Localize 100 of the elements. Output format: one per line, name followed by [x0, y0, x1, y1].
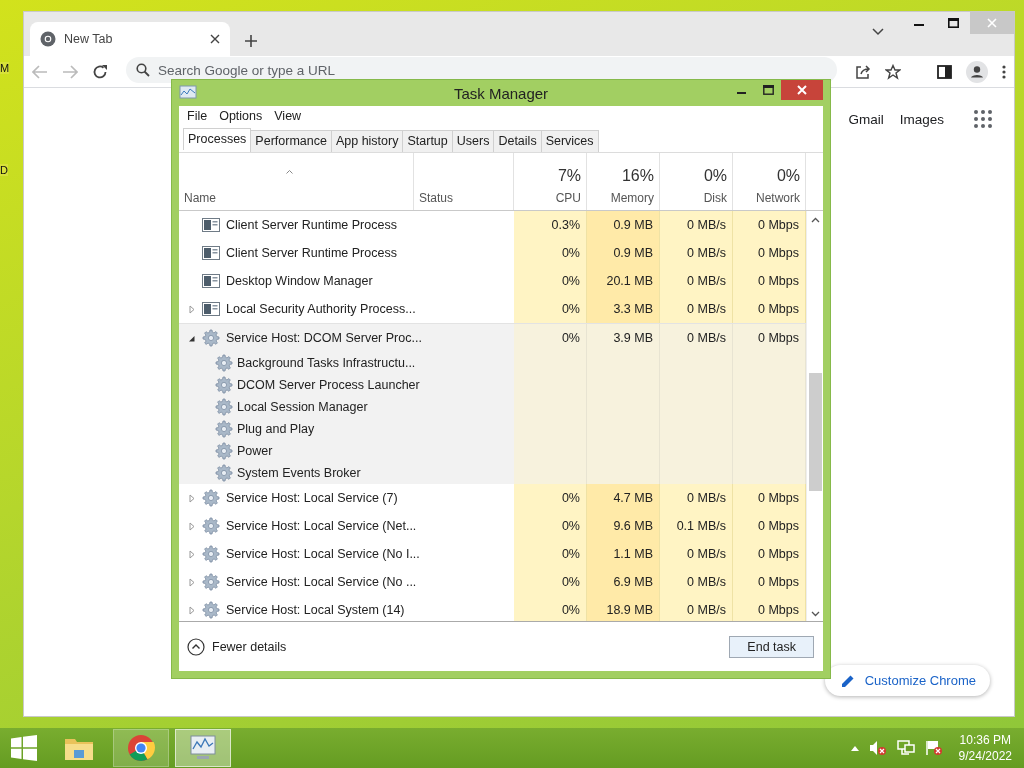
gear-icon: [202, 601, 220, 619]
sort-caret-icon: [286, 170, 293, 174]
table-cell: 0 Mbps: [733, 540, 806, 568]
pencil-icon: [840, 673, 855, 688]
plus-icon[interactable]: [244, 34, 258, 48]
network-icon[interactable]: [896, 740, 915, 756]
gear-icon: [202, 545, 220, 563]
header-link[interactable]: Gmail: [848, 111, 884, 127]
table-cell: 0 Mbps: [733, 484, 806, 512]
window-title: Task Manager: [453, 85, 549, 102]
flag-icon[interactable]: [924, 740, 943, 756]
table-cell: 3.3 MB: [587, 295, 660, 323]
star-icon[interactable]: [885, 63, 901, 80]
menu-item[interactable]: Options: [219, 109, 263, 128]
tab[interactable]: Performance: [250, 130, 332, 152]
column-total: 16%: [621, 167, 654, 185]
tab[interactable]: App history: [330, 130, 404, 152]
menu-icon[interactable]: [1002, 64, 1006, 79]
service-name: System Events Broker: [237, 466, 361, 480]
scroll-down-icon[interactable]: [810, 611, 820, 617]
chart-window-icon: [179, 85, 197, 101]
column-header[interactable]: Status: [419, 191, 508, 205]
table-cell: 0 Mbps: [733, 211, 806, 239]
tab[interactable]: Services: [540, 130, 599, 152]
end-task-button[interactable]: End task: [729, 635, 814, 658]
profile-icon[interactable]: [966, 60, 988, 83]
scroll-up-icon[interactable]: [810, 217, 820, 223]
tab[interactable]: Processes: [183, 128, 252, 150]
window-icon: [202, 274, 220, 288]
table-cell: 0%: [514, 484, 587, 512]
table-cell: 0 MB/s: [660, 540, 733, 568]
column-header[interactable]: Memory: [610, 191, 654, 205]
menu-item[interactable]: View: [274, 109, 302, 128]
header-link[interactable]: Images: [899, 111, 944, 127]
service-name: Local Session Manager: [237, 400, 368, 414]
process-name: Client Server Runtime Process: [226, 218, 397, 232]
chrome-logo-icon: [127, 734, 155, 762]
table-cell: 0 Mbps: [733, 568, 806, 596]
column-header[interactable]: CPU: [555, 191, 581, 205]
table-cell: 0 MB/s: [660, 267, 733, 295]
table-cell: 0.9 MB: [587, 239, 660, 267]
desktop-icon-label[interactable]: D: [0, 164, 8, 176]
table-cell: 0%: [514, 568, 587, 596]
gear-icon: [202, 489, 220, 507]
tab[interactable]: Users: [451, 130, 495, 152]
table-cell: 18.9 MB: [587, 596, 660, 621]
fewer-details-link[interactable]: Fewer details: [212, 639, 287, 654]
chevron-down-icon[interactable]: [872, 28, 884, 36]
process-name: Local Security Authority Process...: [226, 302, 416, 316]
browser-tab[interactable]: New Tab: [30, 22, 230, 56]
collapse-circle-icon[interactable]: [187, 637, 205, 656]
process-name: Service Host: Local System (14): [226, 603, 405, 617]
table-cell: 1.1 MB: [587, 540, 660, 568]
table-cell: 0%: [514, 540, 587, 568]
caret-up-icon[interactable]: [850, 745, 859, 751]
column-total: 7%: [557, 167, 581, 185]
scrollbar-thumb[interactable]: [808, 373, 822, 491]
table-cell: 0 MB/s: [660, 484, 733, 512]
taskbar-button[interactable]: [113, 729, 169, 767]
table-cell: 0%: [514, 512, 587, 540]
scrollbar[interactable]: [806, 211, 823, 621]
column-header[interactable]: Disk: [703, 191, 727, 205]
process-name: Service Host: DCOM Server Proc...: [226, 331, 422, 345]
chrome-logo-icon: [40, 31, 56, 47]
close-icon[interactable]: [210, 34, 220, 44]
table-cell: 0 MB/s: [660, 596, 733, 621]
process-name: Client Server Runtime Process: [226, 246, 397, 260]
side-panel-icon[interactable]: [937, 64, 952, 79]
column-total: 0%: [776, 167, 800, 185]
tab[interactable]: Startup: [402, 130, 453, 152]
table-cell: 0%: [514, 324, 587, 352]
process-name: Desktop Window Manager: [226, 274, 373, 288]
table-cell: 0 Mbps: [733, 267, 806, 295]
desktop-icon-label[interactable]: M: [0, 62, 10, 74]
apps-grid-icon[interactable]: [974, 110, 992, 128]
process-name: Service Host: Local Service (No I...: [226, 547, 420, 561]
table-cell: 0.1 MB/s: [660, 512, 733, 540]
table-cell: 0%: [514, 596, 587, 621]
tab[interactable]: Details: [493, 130, 542, 152]
process-name: Service Host: Local Service (Net...: [226, 519, 417, 533]
table-cell: 0 MB/s: [660, 568, 733, 596]
column-total: 0%: [703, 167, 727, 185]
table-cell: 0%: [514, 267, 587, 295]
close-icon[interactable]: [781, 80, 823, 100]
service-name: Background Tasks Infrastructu...: [237, 356, 416, 370]
table-cell: 6.9 MB: [587, 568, 660, 596]
column-header[interactable]: Network: [756, 191, 800, 205]
column-header[interactable]: Name: [184, 191, 408, 205]
table-cell: 3.9 MB: [587, 324, 660, 352]
menu-item[interactable]: File: [187, 109, 208, 128]
window-icon: [202, 246, 220, 260]
table-cell: 0.3%: [514, 211, 587, 239]
reload-icon[interactable]: [92, 63, 108, 80]
expanded-arrow-icon[interactable]: [188, 333, 196, 343]
customize-chrome-button[interactable]: Customize Chrome: [824, 665, 990, 696]
windows-logo-icon[interactable]: [11, 735, 37, 761]
table-cell: 0%: [514, 295, 587, 323]
table-cell: 9.6 MB: [587, 512, 660, 540]
share-icon[interactable]: [855, 63, 871, 80]
speaker-muted-icon[interactable]: [868, 740, 887, 756]
